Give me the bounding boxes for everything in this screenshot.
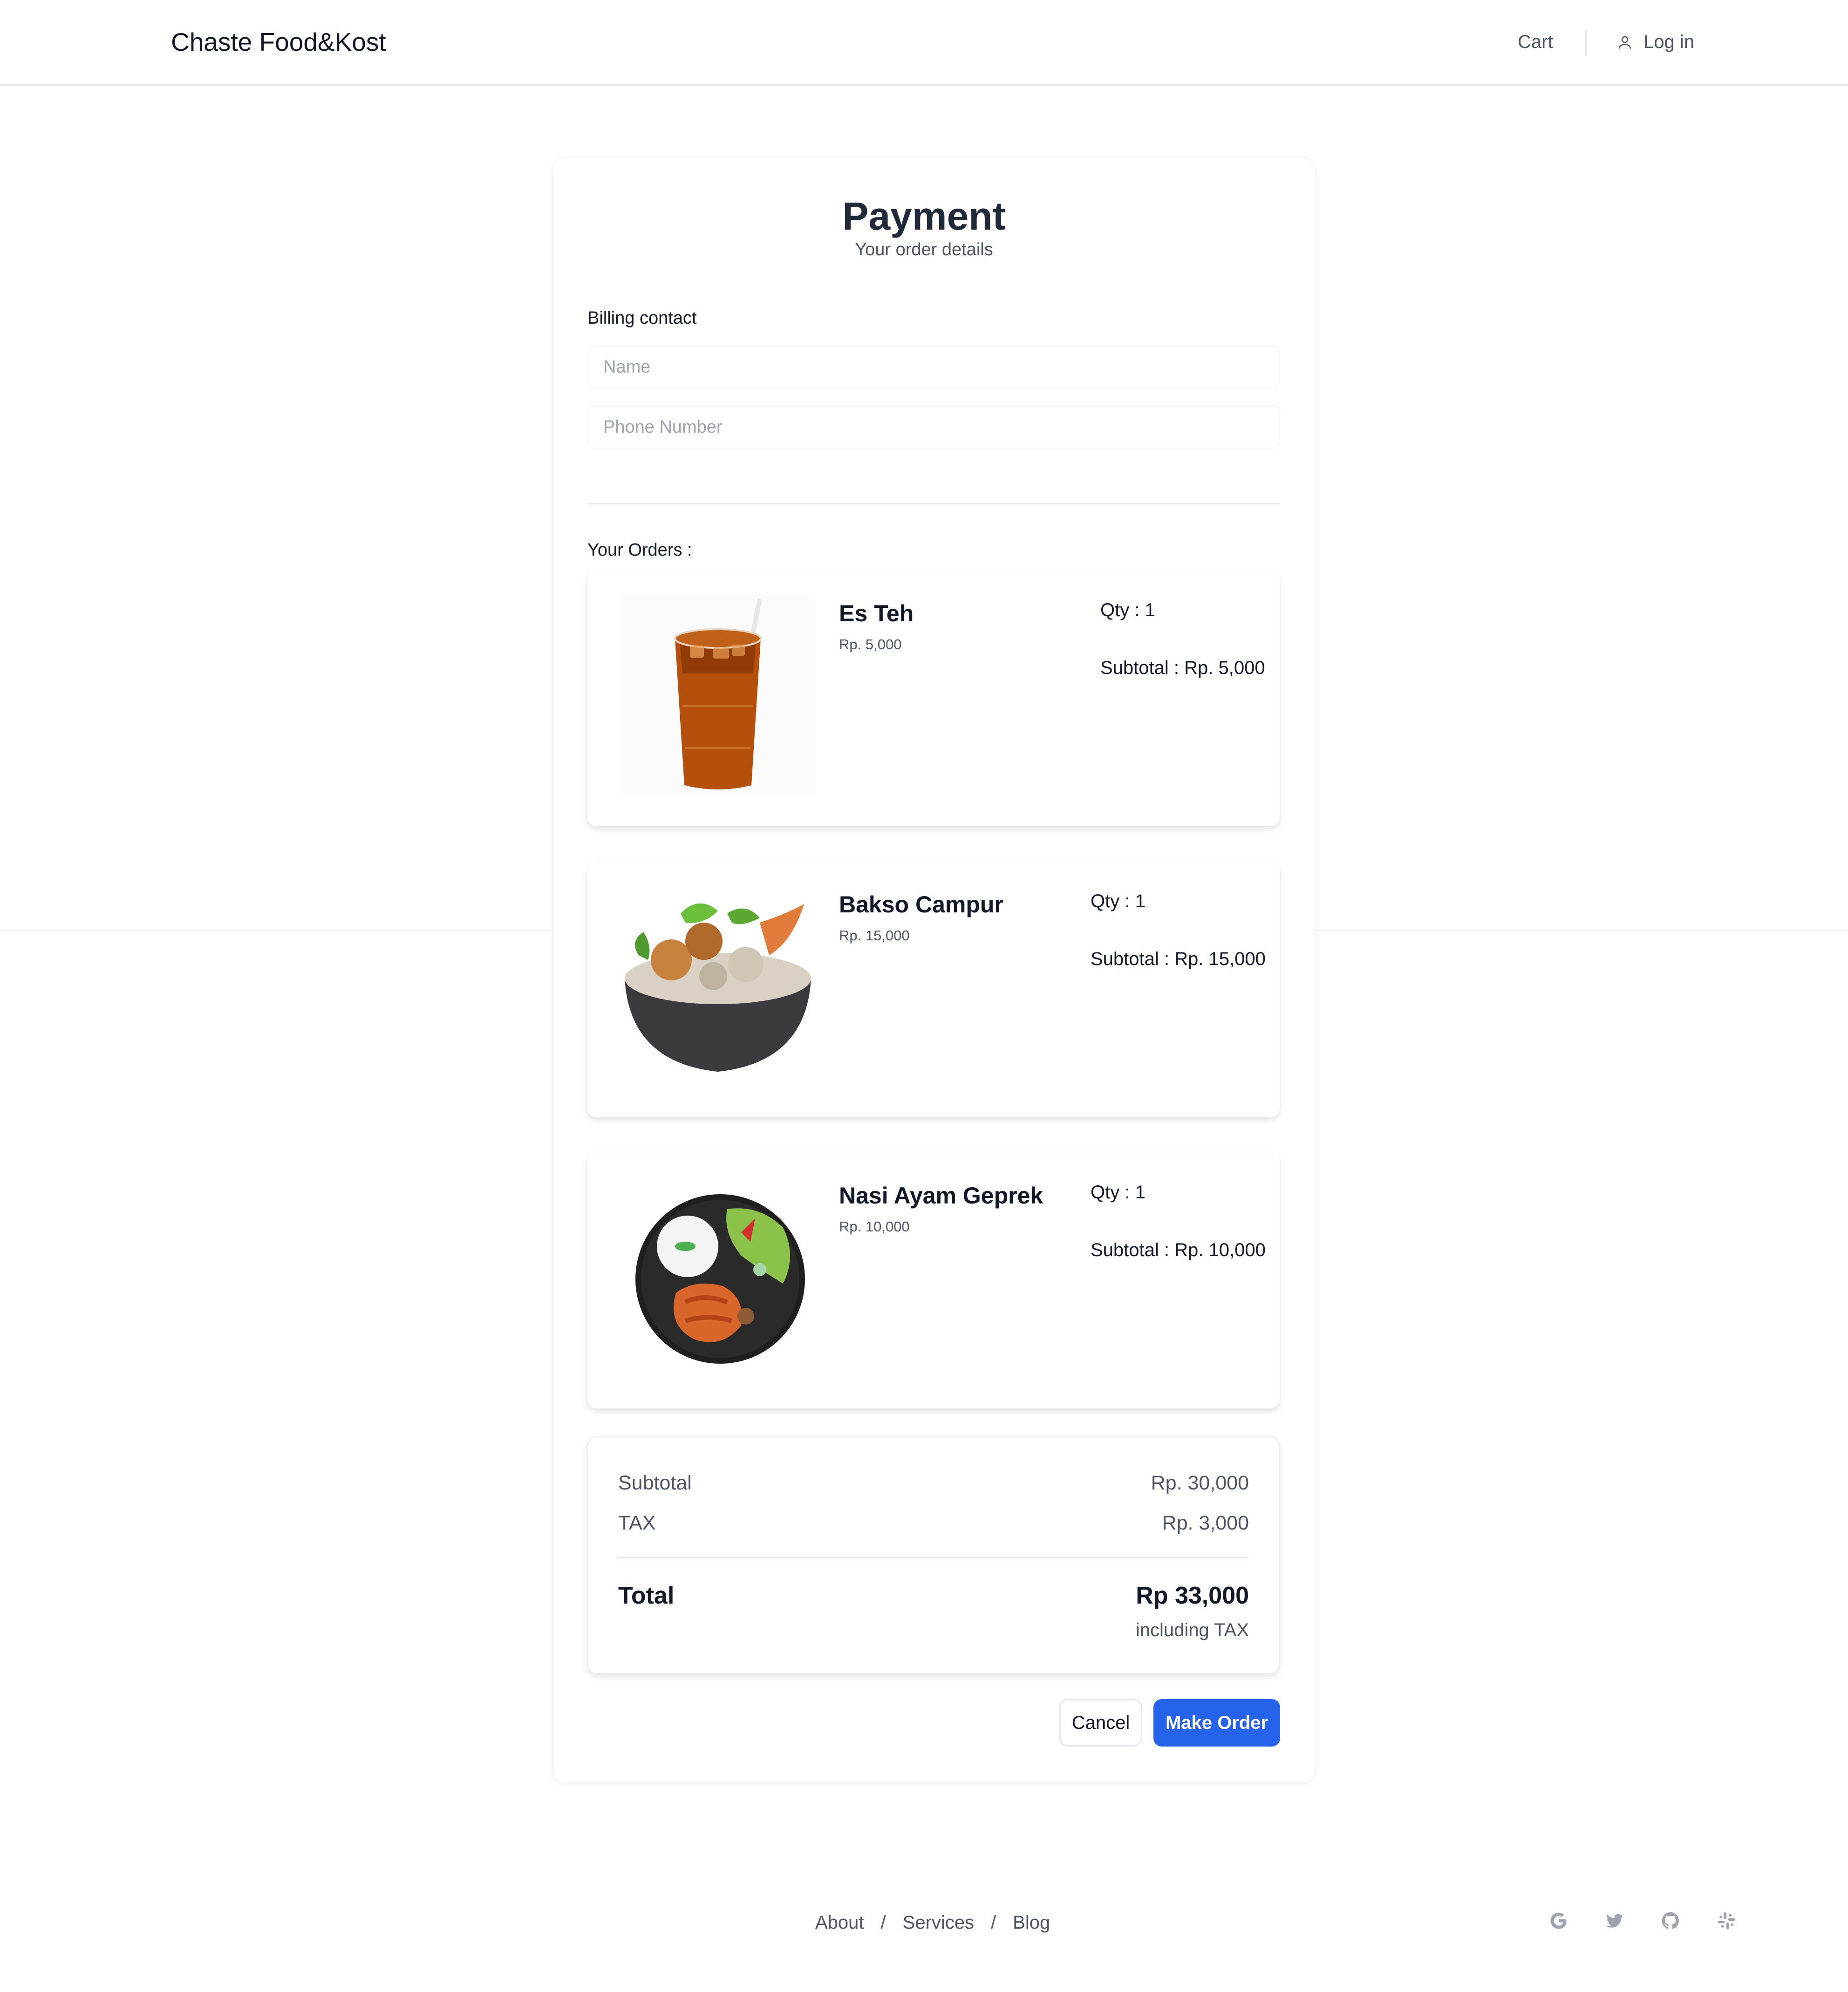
order-item: Bakso Campur Rp. 15,000 Qty : 1 Subtotal…	[587, 862, 1280, 1117]
summary-divider	[618, 1557, 1249, 1558]
order-item-subtotal: Subtotal : Rp. 5,000	[1100, 658, 1265, 678]
order-item-name: Nasi Ayam Geprek	[839, 1183, 1043, 1209]
cart-link[interactable]: Cart	[1518, 32, 1553, 53]
page-subtitle: Your order details	[855, 240, 993, 259]
order-summary: Subtotal Rp. 30,000 TAX Rp. 3,000 Total …	[587, 1436, 1280, 1674]
order-item-subtotal: Subtotal : Rp. 15,000	[1091, 949, 1266, 969]
login-label: Log in	[1643, 32, 1694, 52]
user-icon	[1618, 36, 1631, 49]
slack-icon[interactable]	[1715, 1910, 1738, 1932]
name-input[interactable]	[587, 346, 1280, 388]
nasi-ayam-plate-image	[635, 1194, 805, 1364]
total-label: Total	[618, 1582, 675, 1609]
nav-divider	[1585, 30, 1587, 56]
google-icon[interactable]	[1548, 1910, 1570, 1932]
footer-nav: About / Services / Blog	[815, 1912, 1050, 1933]
your-orders-label: Your Orders :	[587, 540, 692, 560]
login-link[interactable]: Log in	[1616, 32, 1694, 53]
footer-separator: /	[991, 1912, 996, 1933]
order-item-qty: Qty : 1	[1091, 1182, 1146, 1203]
summary-subtotal-value: Rp. 30,000	[1151, 1472, 1249, 1494]
make-order-button[interactable]: Make Order	[1153, 1699, 1280, 1747]
order-item-name: Bakso Campur	[839, 891, 1003, 918]
order-item-qty: Qty : 1	[1100, 600, 1155, 620]
footer-link-blog[interactable]: Blog	[1013, 1912, 1050, 1933]
billing-contact-label: Billing contact	[587, 308, 697, 328]
summary-subtotal-label: Subtotal	[618, 1472, 692, 1494]
github-icon[interactable]	[1659, 1910, 1682, 1932]
phone-number-input[interactable]	[587, 406, 1280, 449]
order-item-qty: Qty : 1	[1091, 891, 1146, 911]
order-item-subtotal: Subtotal : Rp. 10,000	[1091, 1240, 1266, 1260]
order-item: Es Teh Rp. 5,000 Qty : 1 Subtotal : Rp. …	[587, 571, 1280, 826]
order-item-name: Es Teh	[839, 600, 914, 626]
summary-tax-value: Rp. 3,000	[1162, 1512, 1249, 1534]
page-title: Payment	[842, 194, 1006, 238]
section-divider	[587, 503, 1280, 504]
bakso-bowl-image	[625, 903, 811, 1072]
order-item: Nasi Ayam Geprek Rp. 10,000 Qty : 1 Subt…	[587, 1153, 1280, 1408]
top-navbar: Chaste Food&Kost Cart Log in	[0, 0, 1848, 86]
footer-link-about[interactable]: About	[815, 1912, 864, 1933]
twitter-icon[interactable]	[1603, 1910, 1626, 1932]
order-item-price: Rp. 15,000	[839, 927, 910, 944]
order-item-price: Rp. 10,000	[839, 1218, 910, 1235]
cancel-button[interactable]: Cancel	[1059, 1699, 1142, 1747]
order-item-price: Rp. 5,000	[839, 636, 902, 653]
total-value: Rp 33,000	[1136, 1582, 1249, 1609]
brand-logo-text[interactable]: Chaste Food&Kost	[171, 27, 386, 57]
summary-tax-label: TAX	[618, 1512, 656, 1534]
footer-separator: /	[880, 1912, 886, 1933]
iced-tea-image	[620, 594, 816, 795]
footer-link-services[interactable]: Services	[903, 1912, 974, 1933]
total-note: including TAX	[1135, 1620, 1249, 1640]
